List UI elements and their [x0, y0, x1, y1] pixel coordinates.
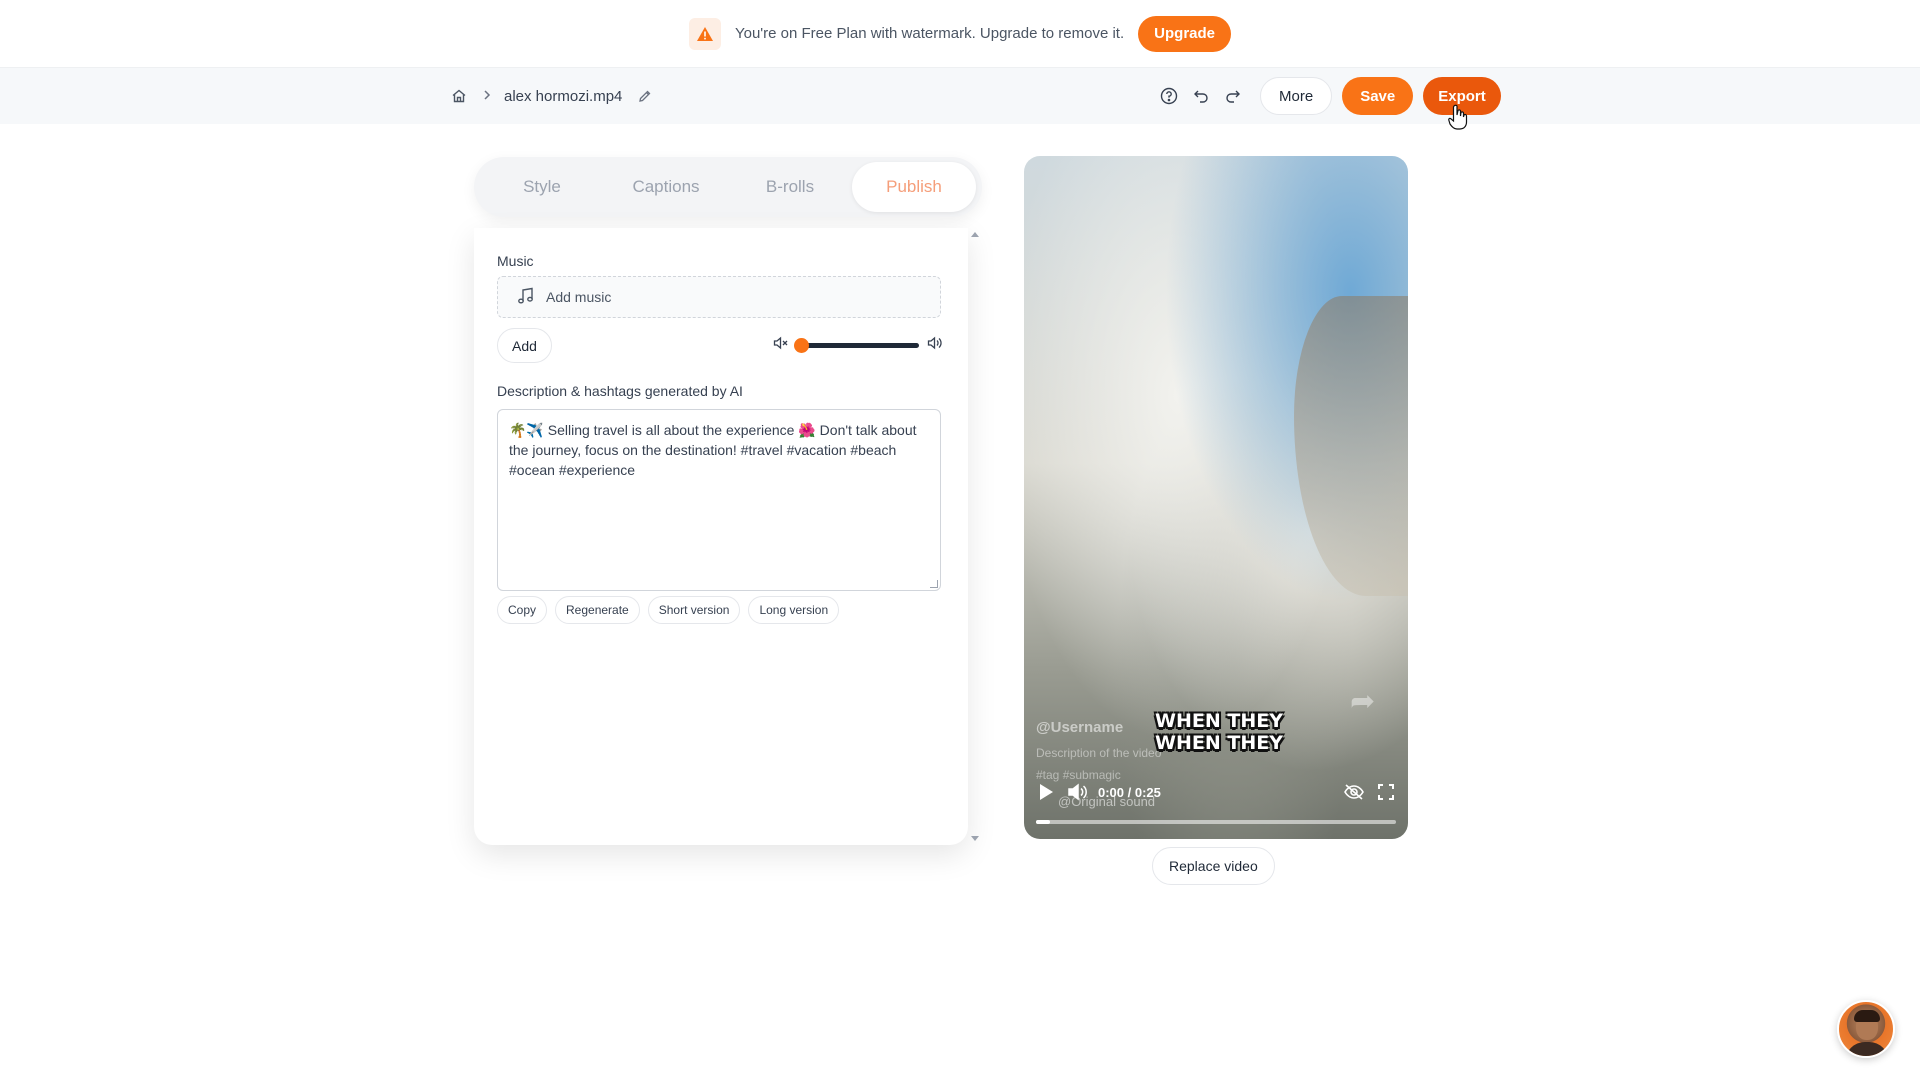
video-time: 0:00 / 0:25 — [1098, 784, 1161, 800]
play-icon[interactable] — [1034, 780, 1058, 804]
volume-slider-thumb[interactable] — [793, 338, 809, 353]
fullscreen-icon[interactable] — [1374, 780, 1398, 804]
overlay-username: @Username — [1036, 719, 1124, 736]
editor-tabs: Style Captions B-rolls Publish — [474, 157, 982, 217]
tab-publish[interactable]: Publish — [852, 162, 976, 212]
video-preview[interactable]: @Username Description of the video #tag … — [1024, 156, 1408, 839]
volume-up-icon[interactable] — [927, 336, 943, 355]
chevron-right-icon — [482, 88, 492, 104]
help-icon[interactable] — [1158, 85, 1180, 107]
mute-icon[interactable] — [773, 336, 789, 355]
edit-pencil-icon[interactable] — [634, 85, 656, 107]
support-chat-avatar[interactable] — [1837, 1000, 1895, 1058]
music-label: Music — [497, 253, 534, 269]
tab-style[interactable]: Style — [480, 162, 604, 212]
description-textarea[interactable]: 🌴✈️ Selling travel is all about the expe… — [497, 409, 941, 591]
overlay-description: Description of the video — [1036, 746, 1162, 760]
description-text: 🌴✈️ Selling travel is all about the expe… — [509, 422, 917, 478]
scroll-down-arrow-icon[interactable] — [971, 836, 979, 841]
home-icon[interactable] — [448, 85, 470, 107]
video-frame-cliff — [1294, 296, 1408, 596]
save-button[interactable]: Save — [1342, 77, 1414, 115]
music-note-icon — [516, 286, 536, 309]
volume-control — [773, 336, 943, 355]
hand-cursor-icon — [1448, 104, 1468, 135]
more-button[interactable]: More — [1260, 77, 1333, 115]
resize-handle-icon[interactable] — [930, 580, 938, 588]
add-music-label: Add music — [546, 289, 612, 305]
breadcrumb: alex hormozi.mp4 — [448, 68, 656, 124]
video-controls: 0:00 / 0:25 — [1034, 778, 1398, 806]
volume-icon[interactable] — [1066, 780, 1090, 804]
video-progress-fill — [1036, 820, 1051, 824]
caption-line: WHEN THEY — [1155, 710, 1283, 732]
redo-icon[interactable] — [1222, 85, 1244, 107]
caption-text: WHEN THEY WHEN THEY — [1144, 710, 1294, 754]
long-version-button[interactable]: Long version — [748, 596, 840, 624]
panel-scrollbar[interactable] — [968, 228, 982, 845]
caption-line: WHEN THEY — [1155, 732, 1283, 754]
description-actions: Copy Regenerate Short version Long versi… — [497, 596, 840, 624]
replace-video-button[interactable]: Replace video — [1152, 847, 1275, 885]
add-music-button[interactable]: Add — [497, 328, 552, 363]
share-arrow-icon: ➦ — [1350, 685, 1376, 718]
scroll-up-arrow-icon[interactable] — [971, 232, 979, 237]
volume-slider[interactable] — [793, 338, 919, 353]
add-music-dropzone[interactable]: Add music — [497, 276, 941, 318]
warning-icon — [688, 17, 721, 50]
upgrade-banner: You're on Free Plan with watermark. Upgr… — [0, 0, 1920, 68]
file-name: alex hormozi.mp4 — [504, 87, 623, 105]
tab-b-rolls[interactable]: B-rolls — [728, 162, 852, 212]
copy-button[interactable]: Copy — [497, 596, 548, 624]
tab-captions[interactable]: Captions — [604, 162, 728, 212]
editor-toolbar: alex hormozi.mp4 More Save Export — [0, 68, 1920, 124]
banner-text: You're on Free Plan with watermark. Upgr… — [734, 25, 1125, 42]
hide-eye-icon[interactable] — [1342, 780, 1366, 804]
regenerate-button[interactable]: Regenerate — [555, 596, 640, 624]
description-label: Description & hashtags generated by AI — [497, 383, 743, 399]
upgrade-button[interactable]: Upgrade — [1138, 15, 1231, 52]
short-version-button[interactable]: Short version — [647, 596, 741, 624]
video-progress-bar[interactable] — [1036, 820, 1396, 824]
undo-icon[interactable] — [1190, 85, 1212, 107]
